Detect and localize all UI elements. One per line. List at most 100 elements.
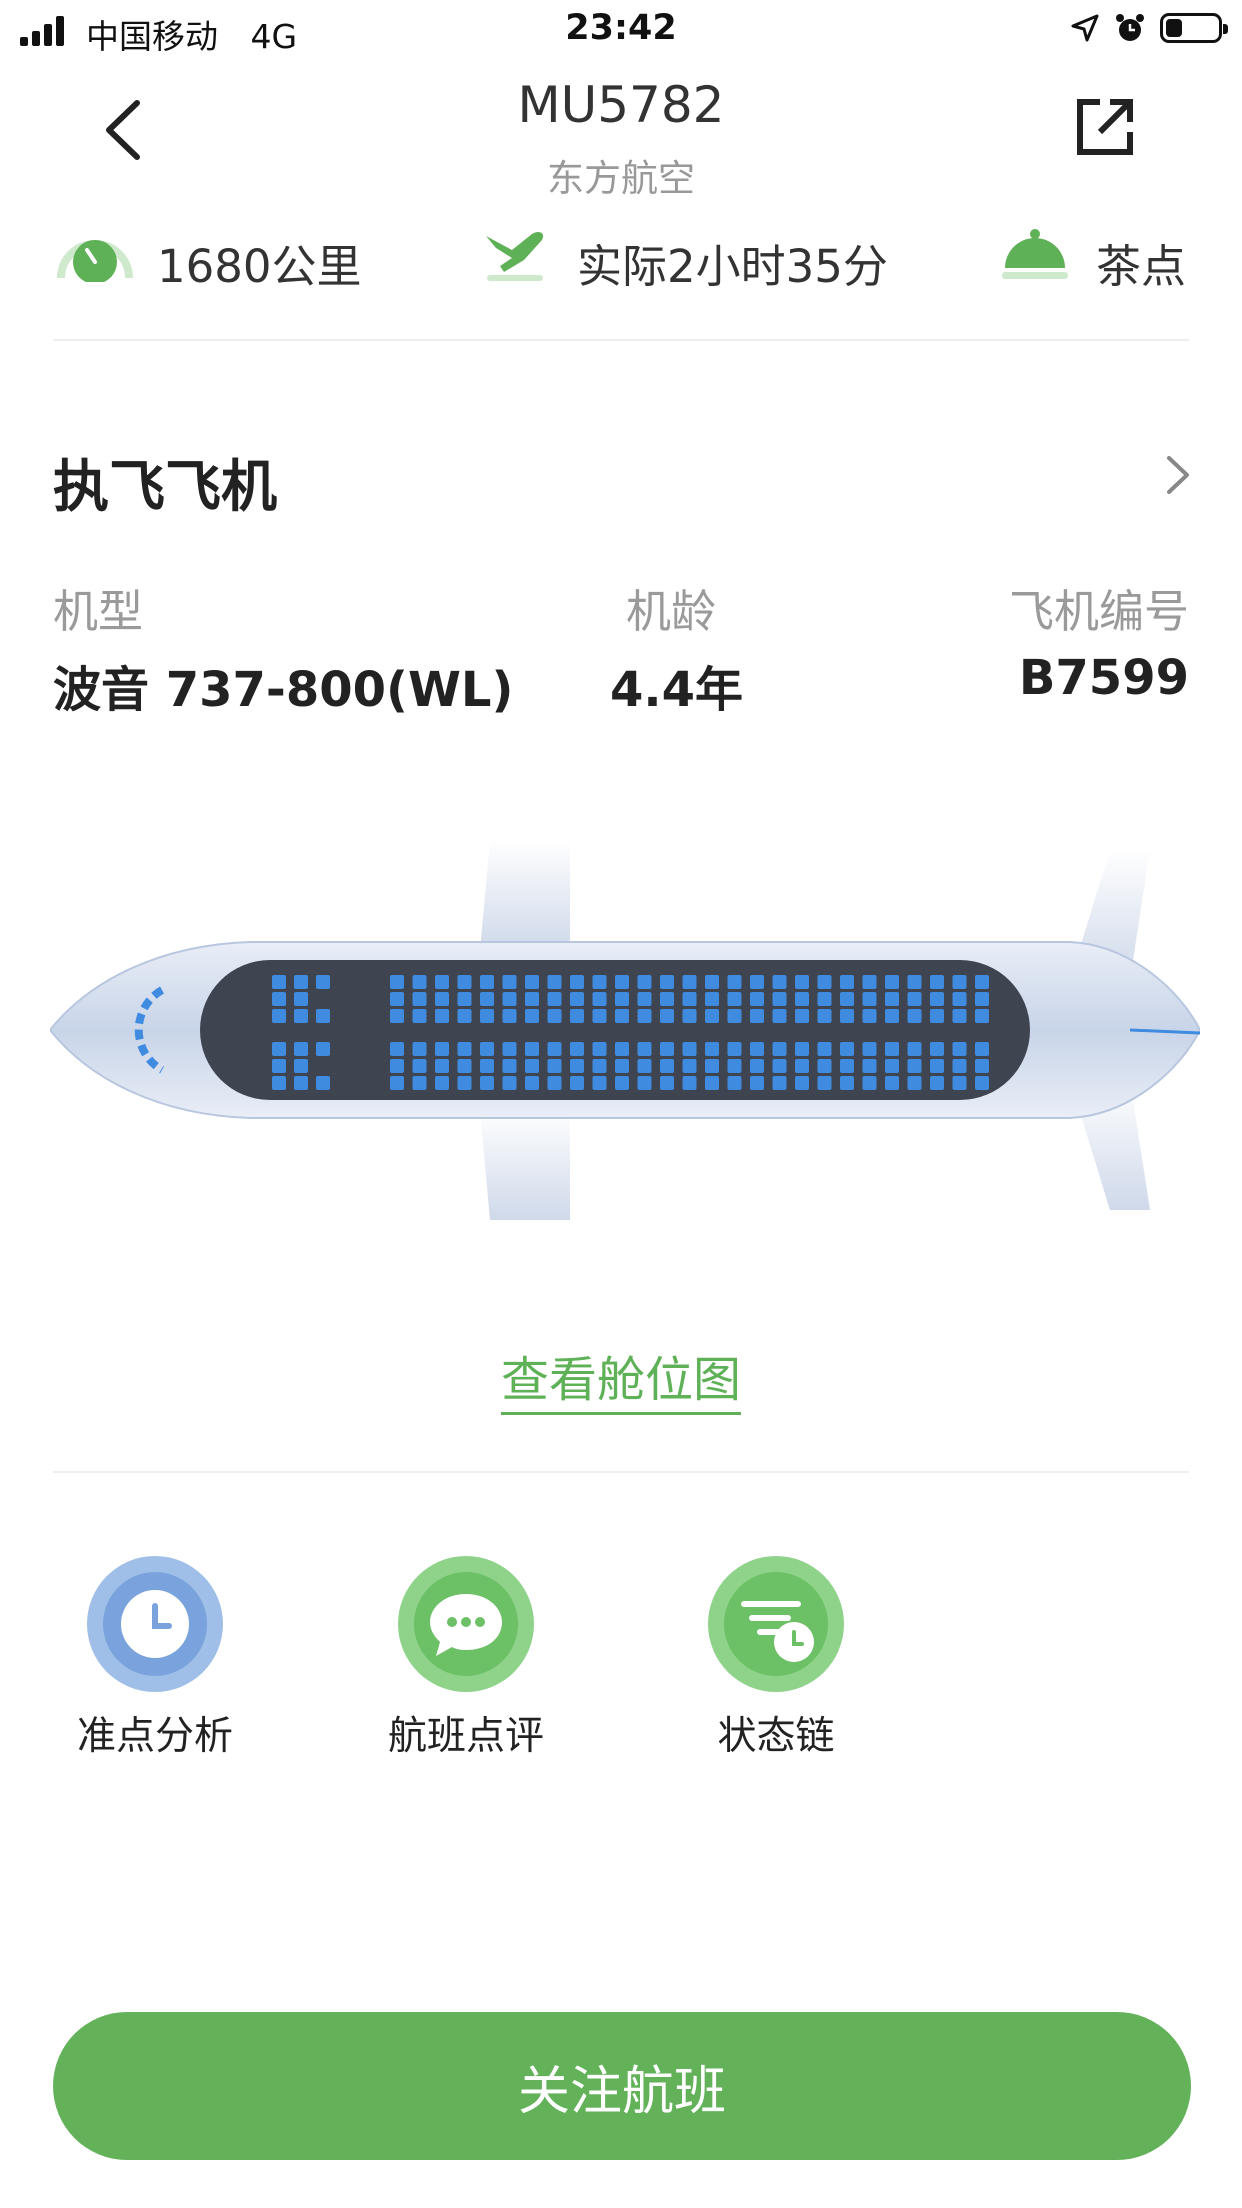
seat-icon (840, 992, 854, 1006)
seat-icon (412, 1042, 427, 1056)
status-chain-label[interactable]: 状态链 (676, 1705, 876, 1761)
seat-icon (952, 992, 967, 1006)
seat-icon (772, 975, 787, 989)
seat-icon (547, 1059, 562, 1073)
seat-icon (817, 1059, 832, 1073)
seat-icon (840, 1042, 854, 1056)
seat-icon (502, 992, 517, 1006)
seat-icon (637, 992, 652, 1006)
seat-icon (795, 992, 809, 1006)
seat-icon (660, 1009, 674, 1023)
seat-icon (480, 1009, 494, 1023)
location-arrow-icon (1071, 14, 1099, 42)
seat-icon (480, 992, 494, 1006)
seat-icon (660, 1042, 674, 1056)
flight-review-button[interactable] (398, 1556, 534, 1692)
seat-icon (660, 1059, 674, 1073)
follow-flight-button[interactable]: 关注航班 (53, 2012, 1191, 2160)
flight-number-title: MU5782 (517, 76, 725, 134)
seat-icon (975, 1042, 989, 1056)
seat-icon (435, 975, 449, 989)
seat-icon (272, 975, 286, 989)
seat-icon (727, 975, 742, 989)
seat-icon (480, 975, 494, 989)
seat-icon (272, 1042, 286, 1056)
seat-icon (480, 1059, 494, 1073)
seat-icon (547, 992, 562, 1006)
seat-icon (930, 975, 944, 989)
plane-takeoff-icon (486, 232, 544, 281)
divider (53, 339, 1189, 341)
seat-icon (615, 1009, 629, 1023)
seat-icon (272, 992, 286, 1006)
on-time-analysis-button[interactable] (87, 1556, 223, 1692)
seat-icon (952, 1076, 967, 1090)
seat-icon (294, 1059, 308, 1073)
seat-icon (615, 1076, 629, 1090)
seat-icon (390, 1059, 404, 1073)
seat-icon (682, 1009, 697, 1023)
seat-icon (750, 1042, 764, 1056)
seat-icon (592, 1059, 607, 1073)
seat-icon (615, 992, 629, 1006)
seat-icon (272, 1009, 286, 1023)
seat-icon (525, 1009, 539, 1023)
flight-review-label[interactable]: 航班点评 (366, 1705, 566, 1761)
aircraft-reg-label: 飞机编号 (1008, 585, 1189, 638)
seat-map-link[interactable]: 查看舱位图 (0, 1340, 1242, 1415)
status-bar: 中国移动 4G 23:42 (0, 0, 1242, 60)
seat-icon (795, 1059, 809, 1073)
seat-icon (705, 1009, 719, 1023)
seat-icon (502, 1076, 517, 1090)
share-button[interactable] (1070, 92, 1140, 162)
seat-icon (930, 1009, 944, 1023)
seat-icon (660, 975, 674, 989)
seat-icon (592, 975, 607, 989)
seat-icon (795, 1076, 809, 1090)
seat-icon (592, 992, 607, 1006)
seat-icon (840, 1076, 854, 1090)
seat-icon (660, 992, 674, 1006)
seat-icon (390, 1076, 404, 1090)
seat-icon (952, 1059, 967, 1073)
aircraft-type-label: 机型 (53, 585, 144, 638)
seat-icon (885, 1009, 899, 1023)
on-time-analysis-label[interactable]: 准点分析 (55, 1705, 255, 1761)
seat-icon (705, 1059, 719, 1073)
seat-icon (615, 1042, 629, 1056)
aircraft-type-value: 波音 737-800(WL) (53, 662, 514, 718)
seat-icon (840, 975, 854, 989)
seat-icon (316, 1042, 330, 1056)
meal-cloche-icon (1002, 229, 1068, 279)
seat-icon (502, 1042, 517, 1056)
seat-icon (885, 1042, 899, 1056)
seat-icon (727, 1059, 742, 1073)
seat-icon (570, 1076, 584, 1090)
seat-icon (525, 1042, 539, 1056)
seat-icon (817, 1076, 832, 1090)
seat-icon (705, 1042, 719, 1056)
seat-icon (525, 1076, 539, 1090)
seat-icon (795, 1042, 809, 1056)
seat-map-link-text[interactable]: 查看舱位图 (500, 1352, 741, 1415)
seat-icon (907, 1042, 922, 1056)
seat-icon (682, 1076, 697, 1090)
aircraft-detail-chevron[interactable] (1163, 452, 1193, 498)
seat-icon (390, 1009, 404, 1023)
seat-icon (570, 975, 584, 989)
seat-icon (862, 1059, 877, 1073)
seat-icon (316, 1009, 330, 1023)
status-chain-button[interactable] (708, 1556, 844, 1692)
seat-icon (682, 975, 697, 989)
seat-icon (412, 1009, 427, 1023)
seat-icon (637, 1009, 652, 1023)
status-time: 23:42 (565, 8, 677, 48)
seat-icon (480, 1076, 494, 1090)
seat-icon (772, 992, 787, 1006)
divider (53, 1471, 1189, 1473)
seat-icon (294, 975, 308, 989)
seat-icon (772, 1076, 787, 1090)
clock-icon (103, 1572, 207, 1676)
seat-icon (502, 1009, 517, 1023)
seat-icon (294, 992, 308, 1006)
